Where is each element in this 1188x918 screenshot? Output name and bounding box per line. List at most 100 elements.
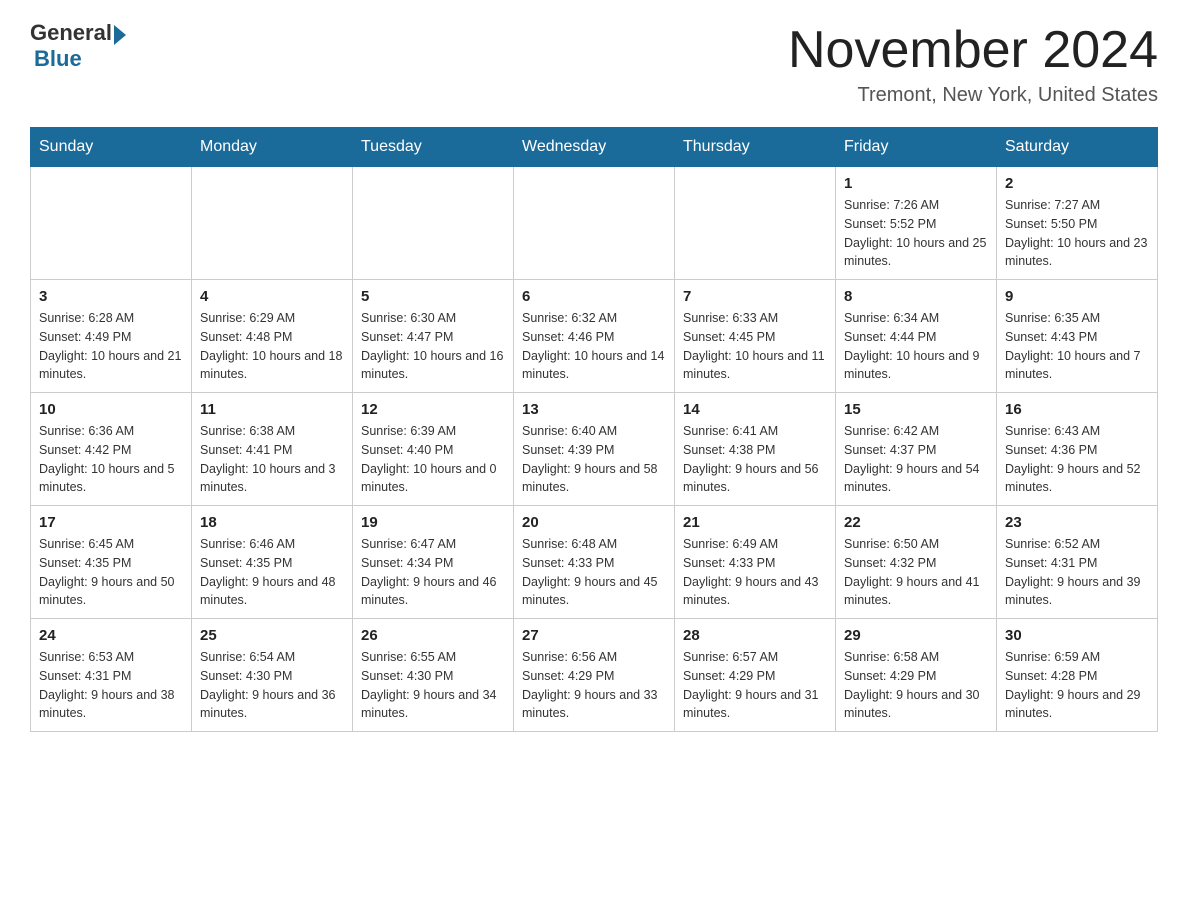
day-number: 6	[522, 288, 666, 305]
calendar-day-cell: 26Sunrise: 6:55 AMSunset: 4:30 PMDayligh…	[353, 619, 514, 732]
calendar-day-cell: 22 Sunrise: 6:50 AMSunset: 4:32 PMDayligh…	[836, 506, 997, 619]
calendar-week-row: 3Sunrise: 6:28 AMSunset: 4:49 PMDaylight…	[31, 280, 1158, 393]
day-number: 25	[200, 627, 344, 644]
day-info: Sunrise: 6:42 AMSunset: 4:37 PMDaylight:…	[844, 422, 988, 497]
day-number: 12	[361, 401, 505, 418]
calendar-day-cell: 12 Sunrise: 6:39 AMSunset: 4:40 PMDayligh…	[353, 393, 514, 506]
calendar-day-cell: 16Sunrise: 6:43 AMSunset: 4:36 PMDayligh…	[997, 393, 1158, 506]
day-number: 29	[844, 627, 988, 644]
calendar-day-cell: 11Sunrise: 6:38 AMSunset: 4:41 PMDayligh…	[192, 393, 353, 506]
calendar-day-cell: 30 Sunrise: 6:59 AMSunset: 4:28 PMDayligh…	[997, 619, 1158, 732]
month-title: November 2024	[788, 20, 1158, 80]
calendar-day-cell: 17Sunrise: 6:45 AMSunset: 4:35 PMDayligh…	[31, 506, 192, 619]
calendar-day-cell: 18 Sunrise: 6:46 AMSunset: 4:35 PMDayligh…	[192, 506, 353, 619]
logo-general-text: General	[30, 20, 112, 46]
calendar-day-cell: 8 Sunrise: 6:34 AMSunset: 4:44 PMDaylight…	[836, 280, 997, 393]
calendar-day-cell: 9Sunrise: 6:35 AMSunset: 4:43 PMDaylight…	[997, 280, 1158, 393]
calendar-day-cell: 1 Sunrise: 7:26 AMSunset: 5:52 PMDaylight…	[836, 167, 997, 280]
day-info: Sunrise: 6:47 AMSunset: 4:34 PMDaylight:…	[361, 535, 505, 610]
day-number: 26	[361, 627, 505, 644]
calendar-day-header: Saturday	[997, 128, 1158, 167]
day-info: Sunrise: 6:48 AMSunset: 4:33 PMDaylight:…	[522, 535, 666, 610]
calendar-day-cell: 20Sunrise: 6:48 AMSunset: 4:33 PMDayligh…	[514, 506, 675, 619]
calendar-day-header: Monday	[192, 128, 353, 167]
day-number: 13	[522, 401, 666, 418]
day-number: 17	[39, 514, 183, 531]
calendar-day-cell: 19 Sunrise: 6:47 AMSunset: 4:34 PMDayligh…	[353, 506, 514, 619]
logo-arrow-icon	[114, 25, 126, 45]
day-info: Sunrise: 6:59 AMSunset: 4:28 PMDaylight:…	[1005, 648, 1149, 723]
day-number: 18	[200, 514, 344, 531]
day-number: 5	[361, 288, 505, 305]
day-number: 1	[844, 175, 988, 192]
day-info: Sunrise: 6:30 AMSunset: 4:47 PMDaylight:…	[361, 309, 505, 384]
day-number: 24	[39, 627, 183, 644]
page-header: General Blue November 2024 Tremont, New …	[30, 20, 1158, 107]
day-info: Sunrise: 6:43 AMSunset: 4:36 PMDaylight:…	[1005, 422, 1149, 497]
calendar-day-cell: 28Sunrise: 6:57 AMSunset: 4:29 PMDayligh…	[675, 619, 836, 732]
calendar-table: SundayMondayTuesdayWednesdayThursdayFrid…	[30, 127, 1158, 732]
logo: General Blue	[30, 20, 126, 72]
calendar-week-row: 24 Sunrise: 6:53 AMSunset: 4:31 PMDayligh…	[31, 619, 1158, 732]
day-number: 15	[844, 401, 988, 418]
day-info: Sunrise: 6:52 AMSunset: 4:31 PMDaylight:…	[1005, 535, 1149, 610]
calendar-day-cell: 6 Sunrise: 6:32 AMSunset: 4:46 PMDaylight…	[514, 280, 675, 393]
day-info: Sunrise: 6:29 AMSunset: 4:48 PMDaylight:…	[200, 309, 344, 384]
calendar-week-row: 10Sunrise: 6:36 AMSunset: 4:42 PMDayligh…	[31, 393, 1158, 506]
calendar-day-cell: 4 Sunrise: 6:29 AMSunset: 4:48 PMDaylight…	[192, 280, 353, 393]
calendar-day-cell	[514, 167, 675, 280]
day-number: 19	[361, 514, 505, 531]
title-section: November 2024 Tremont, New York, United …	[788, 20, 1158, 107]
day-info: Sunrise: 6:34 AMSunset: 4:44 PMDaylight:…	[844, 309, 988, 384]
day-info: Sunrise: 6:33 AMSunset: 4:45 PMDaylight:…	[683, 309, 827, 384]
day-number: 23	[1005, 514, 1149, 531]
day-info: Sunrise: 6:49 AMSunset: 4:33 PMDaylight:…	[683, 535, 827, 610]
day-info: Sunrise: 6:46 AMSunset: 4:35 PMDaylight:…	[200, 535, 344, 610]
calendar-day-cell: 25Sunrise: 6:54 AMSunset: 4:30 PMDayligh…	[192, 619, 353, 732]
calendar-day-cell: 10Sunrise: 6:36 AMSunset: 4:42 PMDayligh…	[31, 393, 192, 506]
day-number: 27	[522, 627, 666, 644]
day-info: Sunrise: 6:53 AMSunset: 4:31 PMDaylight:…	[39, 648, 183, 723]
calendar-day-cell: 2 Sunrise: 7:27 AMSunset: 5:50 PMDaylight…	[997, 167, 1158, 280]
calendar-day-header: Wednesday	[514, 128, 675, 167]
day-number: 30	[1005, 627, 1149, 644]
day-number: 7	[683, 288, 827, 305]
calendar-day-cell: 14Sunrise: 6:41 AMSunset: 4:38 PMDayligh…	[675, 393, 836, 506]
day-info: Sunrise: 6:39 AMSunset: 4:40 PMDaylight:…	[361, 422, 505, 497]
day-info: Sunrise: 6:38 AMSunset: 4:41 PMDaylight:…	[200, 422, 344, 497]
calendar-day-cell: 7 Sunrise: 6:33 AMSunset: 4:45 PMDaylight…	[675, 280, 836, 393]
day-info: Sunrise: 6:50 AMSunset: 4:32 PMDaylight:…	[844, 535, 988, 610]
day-info: Sunrise: 7:27 AMSunset: 5:50 PMDaylight:…	[1005, 196, 1149, 271]
calendar-day-cell: 27Sunrise: 6:56 AMSunset: 4:29 PMDayligh…	[514, 619, 675, 732]
calendar-day-cell: 15 Sunrise: 6:42 AMSunset: 4:37 PMDayligh…	[836, 393, 997, 506]
calendar-week-row: 17Sunrise: 6:45 AMSunset: 4:35 PMDayligh…	[31, 506, 1158, 619]
day-number: 9	[1005, 288, 1149, 305]
day-number: 8	[844, 288, 988, 305]
calendar-week-row: 1 Sunrise: 7:26 AMSunset: 5:52 PMDaylight…	[31, 167, 1158, 280]
calendar-day-header: Tuesday	[353, 128, 514, 167]
day-info: Sunrise: 7:26 AMSunset: 5:52 PMDaylight:…	[844, 196, 988, 271]
calendar-day-header: Sunday	[31, 128, 192, 167]
day-number: 21	[683, 514, 827, 531]
calendar-day-cell	[192, 167, 353, 280]
calendar-day-header: Thursday	[675, 128, 836, 167]
day-number: 2	[1005, 175, 1149, 192]
calendar-day-cell	[31, 167, 192, 280]
calendar-day-cell	[353, 167, 514, 280]
day-number: 4	[200, 288, 344, 305]
calendar-day-header: Friday	[836, 128, 997, 167]
day-number: 14	[683, 401, 827, 418]
day-info: Sunrise: 6:36 AMSunset: 4:42 PMDaylight:…	[39, 422, 183, 497]
day-number: 22	[844, 514, 988, 531]
calendar-day-cell: 23 Sunrise: 6:52 AMSunset: 4:31 PMDayligh…	[997, 506, 1158, 619]
calendar-day-cell	[675, 167, 836, 280]
day-info: Sunrise: 6:28 AMSunset: 4:49 PMDaylight:…	[39, 309, 183, 384]
calendar-day-cell: 5 Sunrise: 6:30 AMSunset: 4:47 PMDaylight…	[353, 280, 514, 393]
location-subtitle: Tremont, New York, United States	[788, 84, 1158, 107]
calendar-day-cell: 21 Sunrise: 6:49 AMSunset: 4:33 PMDayligh…	[675, 506, 836, 619]
calendar-day-cell: 24 Sunrise: 6:53 AMSunset: 4:31 PMDayligh…	[31, 619, 192, 732]
day-info: Sunrise: 6:57 AMSunset: 4:29 PMDaylight:…	[683, 648, 827, 723]
day-info: Sunrise: 6:32 AMSunset: 4:46 PMDaylight:…	[522, 309, 666, 384]
day-info: Sunrise: 6:40 AMSunset: 4:39 PMDaylight:…	[522, 422, 666, 497]
calendar-header-row: SundayMondayTuesdayWednesdayThursdayFrid…	[31, 128, 1158, 167]
